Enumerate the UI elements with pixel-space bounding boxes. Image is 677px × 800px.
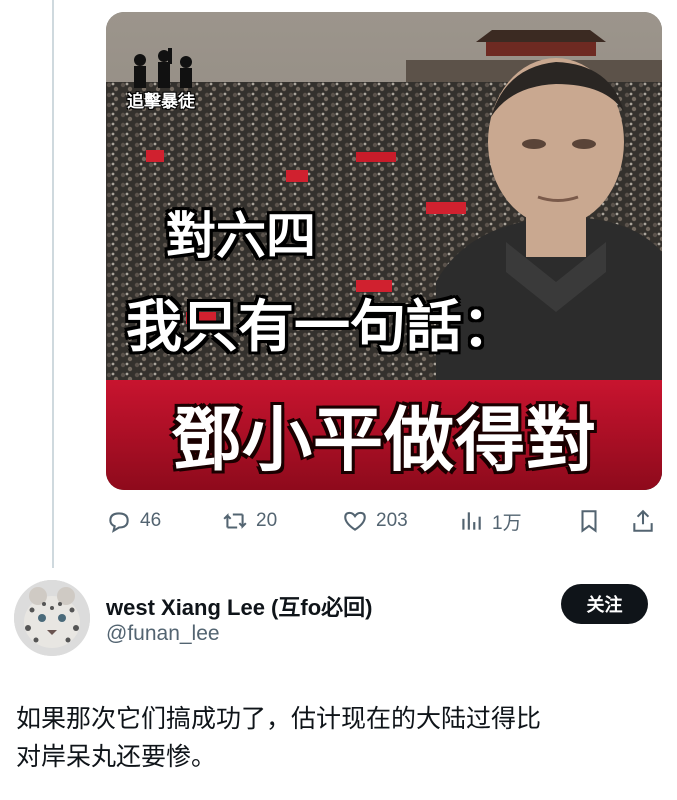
share-button[interactable] <box>630 503 656 539</box>
user-handle[interactable]: @funan_lee <box>106 622 220 646</box>
views-count: 1万 <box>492 512 522 534</box>
display-name[interactable]: west Xiang Lee (互fo必回) <box>106 590 372 622</box>
retweet-icon <box>223 513 247 529</box>
reply-count: 46 <box>140 510 162 531</box>
reply-button[interactable]: 46 <box>106 503 161 539</box>
like-button[interactable]: 203 <box>342 503 408 539</box>
like-count: 203 <box>376 510 408 531</box>
post-text-line2: 对岸呆丸还要惨。 <box>16 742 217 771</box>
like-icon <box>344 511 366 531</box>
post-actions-bar: 46 20 203 1万 <box>106 503 662 539</box>
retweet-count: 20 <box>256 510 278 531</box>
retweet-button[interactable]: 20 <box>222 503 277 539</box>
logo-badge: 追擊暴徒 <box>118 46 204 112</box>
image-caption-line1: 對六四 <box>166 207 316 265</box>
image-caption-line2: 我只有一句話： <box>126 295 518 360</box>
post-text-line1: 如果那次它们搞成功了，估计现在的大陆过得比 <box>16 704 542 733</box>
image-caption-line3: 鄧小平做得對 <box>171 399 597 481</box>
thread-connector-line <box>52 0 54 568</box>
reply-icon <box>109 512 129 533</box>
post-image[interactable]: 追擊暴徒 對六四 我只有一句話： 鄧小平做得對 <box>106 12 662 490</box>
views-button[interactable]: 1万 <box>458 503 522 539</box>
views-icon <box>462 512 481 530</box>
avatar[interactable] <box>14 580 90 656</box>
bookmark-icon <box>581 510 597 533</box>
bookmark-button[interactable] <box>576 503 602 539</box>
snow-leopard-avatar-icon <box>14 580 90 656</box>
share-icon <box>633 509 653 532</box>
follow-button[interactable]: 关注 <box>561 584 648 624</box>
post-text: 如果那次它们搞成功了，估计现在的大陆过得比 对岸呆丸还要惨。 <box>16 700 656 776</box>
logo-text: 追擊暴徒 <box>127 92 195 112</box>
